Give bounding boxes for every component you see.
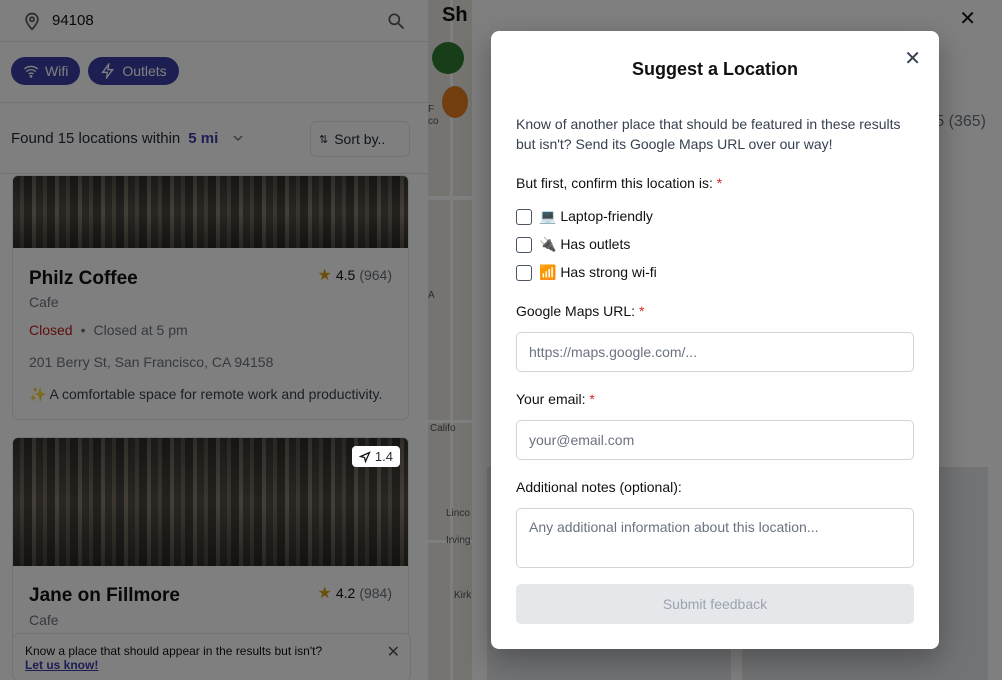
checkbox-laptop-friendly[interactable]: 💻 Laptop-friendly — [516, 208, 653, 225]
navigation-arrow-icon — [358, 450, 371, 463]
required-mark: * — [716, 175, 723, 191]
distance-badge: 1.4 — [351, 446, 400, 467]
modal-title: Suggest a Location — [631, 59, 799, 79]
url-label: Google Maps URL: * — [516, 303, 645, 319]
modal-intro: Know of another place that should be fea… — [516, 116, 901, 152]
checkbox-label: 🔌 Has outlets — [539, 236, 631, 252]
checkbox-has-outlets[interactable]: 🔌 Has outlets — [516, 236, 630, 253]
notes-textarea[interactable] — [516, 508, 914, 568]
checkbox[interactable] — [516, 208, 532, 225]
notes-label: Additional notes (optional): — [516, 479, 682, 495]
checkbox-label: 📶 Has strong wi-fi — [539, 264, 657, 280]
submit-feedback-button[interactable]: Submit feedback — [516, 584, 914, 624]
google-maps-url-input[interactable] — [516, 332, 914, 372]
checkbox-label: 💻 Laptop-friendly — [539, 208, 653, 224]
confirm-label: But first, confirm this location is: * — [516, 175, 723, 191]
suggest-location-modal: Suggest a Location ✕ Know of another pla… — [491, 31, 939, 649]
email-label: Your email: * — [516, 391, 595, 407]
email-input[interactable] — [516, 420, 914, 460]
close-icon[interactable]: ✕ — [904, 46, 921, 71]
checkbox-strong-wifi[interactable]: 📶 Has strong wi-fi — [516, 264, 657, 281]
checkbox[interactable] — [516, 236, 532, 253]
required-mark: * — [589, 391, 595, 407]
required-mark: * — [638, 303, 645, 319]
checkbox[interactable] — [516, 264, 532, 281]
distance-value: 1.4 — [374, 449, 393, 464]
